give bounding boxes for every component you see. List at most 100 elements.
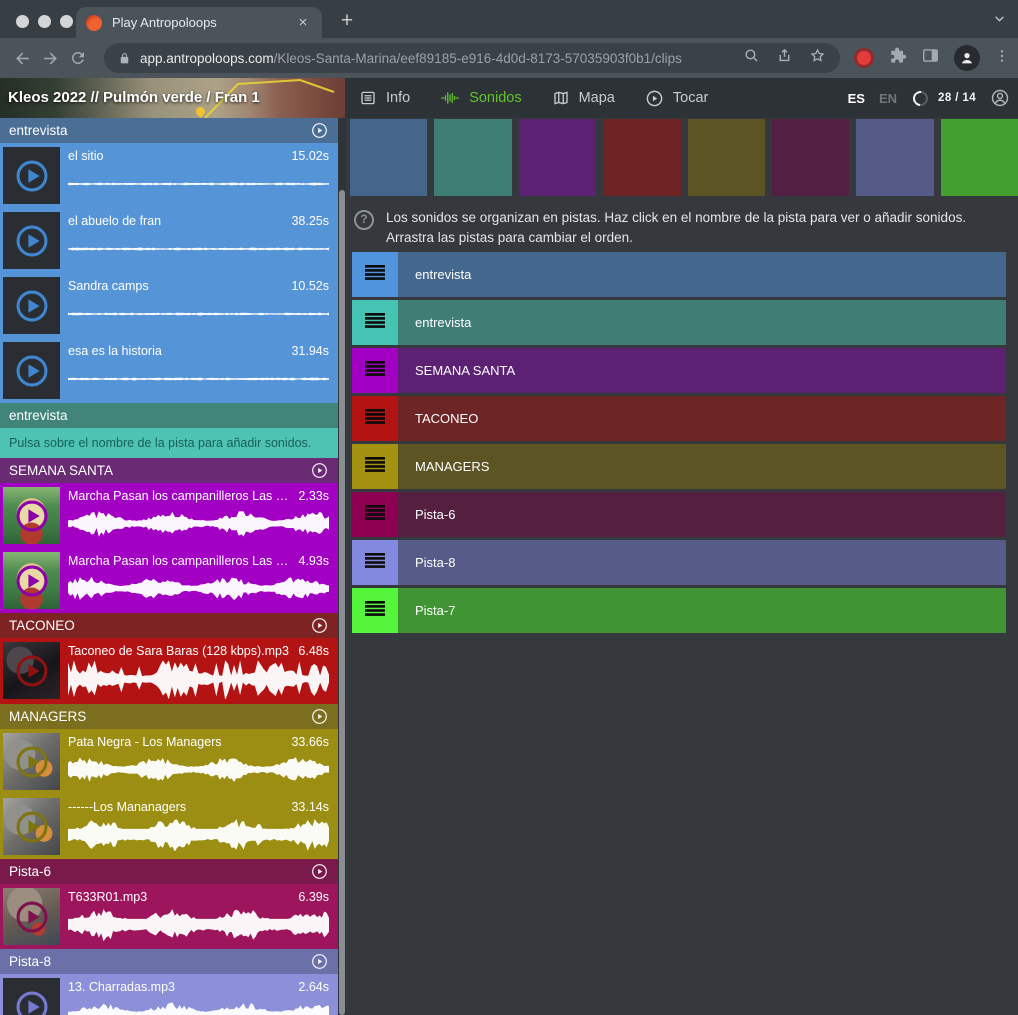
play-clip-icon[interactable] [14, 288, 50, 324]
clip-waveform[interactable] [68, 309, 329, 319]
clip-row[interactable]: Taconeo de Sara Baras (128 kbps).mp36.48… [0, 638, 338, 704]
clip-waveform[interactable] [68, 374, 329, 384]
clip-waveform[interactable] [68, 575, 329, 602]
browser-tab[interactable]: Play Antropoloops × [76, 7, 322, 38]
extensions-puzzle-icon[interactable] [888, 46, 907, 70]
track-row-body[interactable]: SEMANA SANTA [398, 348, 1006, 393]
clip-waveform[interactable] [68, 908, 329, 941]
track-color-swatch[interactable] [350, 119, 427, 196]
track-row[interactable]: entrevista [352, 300, 1006, 345]
clip-thumbnail[interactable] [3, 487, 60, 544]
lang-es-button[interactable]: ES [848, 91, 865, 106]
play-track-button[interactable] [310, 121, 329, 140]
play-clip-icon[interactable] [14, 353, 50, 389]
side-panel-icon[interactable] [921, 46, 940, 70]
track-row[interactable]: Pista-8 [352, 540, 1006, 585]
play-clip-icon[interactable] [14, 498, 50, 534]
track-drag-handle[interactable] [352, 492, 398, 537]
track-row[interactable]: SEMANA SANTA [352, 348, 1006, 393]
track-drag-handle[interactable] [352, 540, 398, 585]
track-section-header[interactable]: Pista-6 [0, 859, 338, 884]
track-drag-handle[interactable] [352, 300, 398, 345]
track-section-header[interactable]: Pista-8 [0, 949, 338, 974]
tab-close-icon[interactable]: × [294, 14, 312, 31]
track-section-header[interactable]: SEMANA SANTA [0, 458, 338, 483]
clip-waveform[interactable] [68, 244, 329, 254]
track-row-body[interactable]: TACONEO [398, 396, 1006, 441]
clip-thumbnail[interactable] [3, 342, 60, 399]
track-row[interactable]: MANAGERS [352, 444, 1006, 489]
clip-row[interactable]: Sandra camps10.52s [0, 273, 338, 338]
clip-thumbnail[interactable] [3, 798, 60, 855]
forward-button[interactable] [36, 44, 64, 72]
track-row-body[interactable]: MANAGERS [398, 444, 1006, 489]
track-color-swatch[interactable] [519, 119, 596, 196]
track-drag-handle[interactable] [352, 348, 398, 393]
clip-row[interactable]: ------Los Mananagers33.14s [0, 794, 338, 859]
window-close-button[interactable] [16, 15, 29, 28]
tab-tocar[interactable]: Tocar [645, 89, 708, 108]
window-controls[interactable] [16, 15, 73, 28]
clip-waveform[interactable] [68, 659, 329, 699]
play-clip-icon[interactable] [14, 899, 50, 935]
browser-menu-dots-icon[interactable] [994, 48, 1010, 69]
play-clip-icon[interactable] [14, 223, 50, 259]
track-drag-handle[interactable] [352, 444, 398, 489]
share-icon[interactable] [776, 47, 793, 69]
play-clip-icon[interactable] [14, 744, 50, 780]
track-drag-handle[interactable] [352, 396, 398, 441]
clip-thumbnail[interactable] [3, 277, 60, 334]
clip-thumbnail[interactable] [3, 147, 60, 204]
scrollbar-thumb[interactable] [339, 190, 345, 1015]
clip-thumbnail[interactable] [3, 888, 60, 945]
recording-indicator-icon[interactable] [854, 48, 874, 68]
track-color-swatch[interactable] [772, 119, 849, 196]
clip-waveform[interactable] [68, 1001, 329, 1015]
track-section-header[interactable]: entrevista [0, 403, 338, 428]
track-row-body[interactable]: entrevista [398, 300, 1006, 345]
track-row-body[interactable]: entrevista [398, 252, 1006, 297]
play-clip-icon[interactable] [14, 563, 50, 599]
track-drag-handle[interactable] [352, 588, 398, 633]
track-section-header[interactable]: MANAGERS [0, 704, 338, 729]
account-icon[interactable] [990, 88, 1010, 108]
clip-thumbnail[interactable] [3, 733, 60, 790]
window-minimize-button[interactable] [38, 15, 51, 28]
play-clip-icon[interactable] [14, 809, 50, 845]
tab-mapa[interactable]: Mapa [552, 89, 615, 107]
track-row[interactable]: Pista-7 [352, 588, 1006, 633]
clip-waveform[interactable] [68, 510, 329, 537]
play-track-button[interactable] [310, 616, 329, 635]
clip-row[interactable]: Marcha Pasan los campanilleros Las Mejor… [0, 483, 338, 548]
track-color-swatch[interactable] [434, 119, 511, 196]
clip-thumbnail[interactable] [3, 642, 60, 699]
clip-thumbnail[interactable] [3, 212, 60, 269]
track-section-header[interactable]: entrevista [0, 118, 338, 143]
track-color-swatch[interactable] [856, 119, 933, 196]
clip-waveform[interactable] [68, 818, 329, 851]
track-row-body[interactable]: Pista-7 [398, 588, 1006, 633]
reload-button[interactable] [64, 44, 92, 72]
browser-profile-avatar[interactable] [954, 45, 980, 71]
window-zoom-button[interactable] [60, 15, 73, 28]
clip-row[interactable]: el sitio15.02s [0, 143, 338, 208]
back-button[interactable] [8, 44, 36, 72]
tab-search-chevron-icon[interactable] [993, 12, 1006, 30]
clip-row[interactable]: el abuelo de fran38.25s [0, 208, 338, 273]
clip-row[interactable]: 13. Charradas.mp32.64s [0, 974, 338, 1015]
play-track-button[interactable] [310, 952, 329, 971]
clip-row[interactable]: Marcha Pasan los campanilleros Las Mejor… [0, 548, 338, 613]
track-color-swatch[interactable] [941, 119, 1018, 196]
clip-thumbnail[interactable] [3, 552, 60, 609]
track-row[interactable]: Pista-6 [352, 492, 1006, 537]
clip-row[interactable]: T633R01.mp36.39s [0, 884, 338, 949]
sidebar-scrollbar[interactable] [338, 118, 346, 1015]
bookmark-star-icon[interactable] [809, 47, 826, 69]
play-track-button[interactable] [310, 707, 329, 726]
track-color-swatch[interactable] [688, 119, 765, 196]
play-clip-icon[interactable] [14, 158, 50, 194]
tab-sonidos[interactable]: Sonidos [440, 89, 521, 107]
track-row-body[interactable]: Pista-6 [398, 492, 1006, 537]
play-track-button[interactable] [310, 461, 329, 480]
zoom-page-icon[interactable] [743, 47, 760, 69]
